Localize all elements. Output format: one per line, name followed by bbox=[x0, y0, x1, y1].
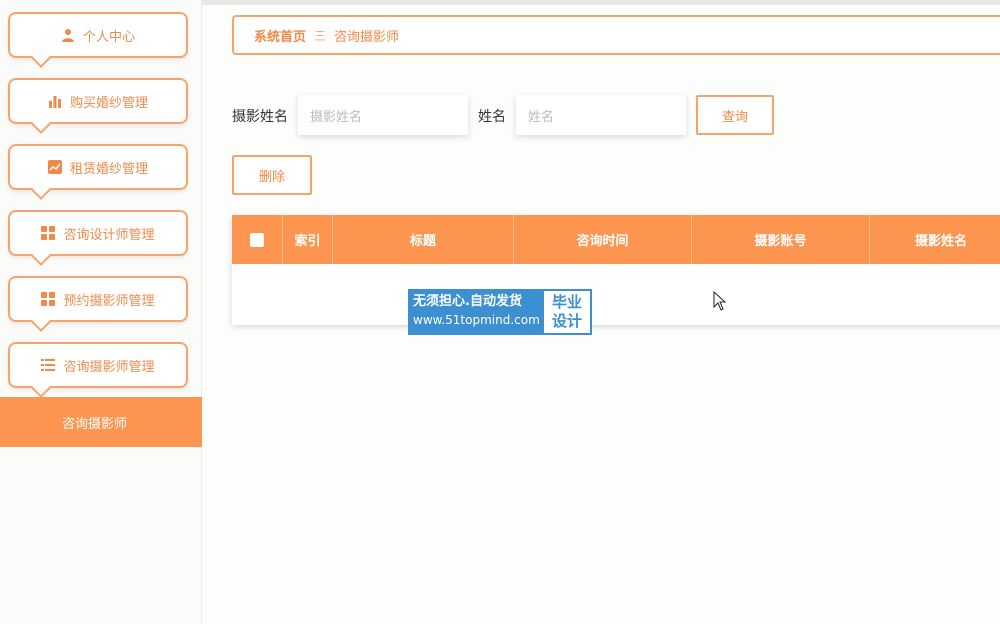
data-table: 索引 标题 咨询时间 摄影账号 摄影姓名 bbox=[232, 215, 1000, 325]
delete-button[interactable]: 删除 bbox=[232, 155, 312, 195]
sidebar-item-consult-photographer[interactable]: 咨询摄影师管理 bbox=[8, 342, 188, 388]
watermark-url: www.51topmind.com bbox=[413, 313, 540, 327]
breadcrumb-home[interactable]: 系统首页 bbox=[254, 26, 306, 45]
header-photographer-name: 摄影姓名 bbox=[914, 234, 967, 249]
photographer-name-input[interactable]: 摄影姓名 bbox=[298, 95, 468, 135]
header-title: 标题 bbox=[333, 215, 514, 264]
sidebar-item-label: 购买婚纱管理 bbox=[69, 95, 148, 111]
table-header: 索引 标题 咨询时间 摄影账号 摄影姓名 bbox=[232, 215, 1000, 264]
top-strip bbox=[202, 0, 1000, 5]
grid-icon bbox=[41, 292, 56, 306]
header-select-all bbox=[232, 215, 283, 264]
select-all-checkbox[interactable] bbox=[250, 232, 264, 247]
bar-chart-icon bbox=[48, 94, 62, 108]
query-button[interactable]: 查询 bbox=[696, 95, 774, 135]
user-icon bbox=[61, 28, 75, 42]
sidebar-item-label: 租赁婚纱管理 bbox=[69, 161, 148, 177]
sidebar-subitem-consult-photographer[interactable]: 咨询摄影师 bbox=[0, 397, 202, 447]
mouse-cursor-icon bbox=[713, 290, 727, 311]
watermark-line1: 无须担心.自动发货 bbox=[413, 294, 522, 309]
watermark-badge-line1: 毕业 bbox=[551, 293, 582, 311]
sidebar-item-label: 个人中心 bbox=[82, 29, 135, 45]
breadcrumb-current: 咨询摄影师 bbox=[334, 29, 400, 45]
header-consult-time: 咨询时间 bbox=[514, 215, 692, 264]
name-input[interactable]: 姓名 bbox=[516, 95, 686, 135]
list-icon bbox=[41, 358, 56, 372]
sidebar-item-label: 咨询设计师管理 bbox=[63, 227, 155, 243]
sidebar-item-consult-designer[interactable]: 咨询设计师管理 bbox=[8, 210, 188, 256]
line-chart-icon bbox=[47, 160, 62, 174]
watermark-badge-line2: 设计 bbox=[551, 312, 582, 330]
sidebar-item-rental-dress[interactable]: 租赁婚纱管理 bbox=[8, 144, 188, 190]
sidebar-item-label: 咨询摄影师管理 bbox=[63, 359, 155, 375]
breadcrumb-separator: 三 bbox=[314, 28, 327, 43]
sidebar: 个人中心 购买婚纱管理 租赁婚纱管理 咨询设计师管理 预约摄影师管理 咨询摄影师… bbox=[0, 0, 202, 624]
sidebar-item-label: 预约摄影师管理 bbox=[63, 293, 155, 309]
photographer-name-label: 摄影姓名 bbox=[232, 109, 288, 125]
sidebar-item-purchase-dress[interactable]: 购买婚纱管理 bbox=[8, 78, 188, 124]
sidebar-item-book-photographer[interactable]: 预约摄影师管理 bbox=[8, 276, 188, 322]
header-photographer-account: 摄影账号 bbox=[692, 215, 870, 264]
name-label: 姓名 bbox=[478, 109, 506, 125]
sidebar-item-personal-center[interactable]: 个人中心 bbox=[8, 12, 188, 58]
header-index: 索引 bbox=[283, 215, 333, 264]
breadcrumb: 系统首页 三 咨询摄影师 bbox=[232, 15, 1000, 55]
watermark-badge: 无须担心.自动发货 www.51topmind.com 毕业 设计 bbox=[408, 289, 592, 335]
grid-icon bbox=[41, 226, 56, 240]
